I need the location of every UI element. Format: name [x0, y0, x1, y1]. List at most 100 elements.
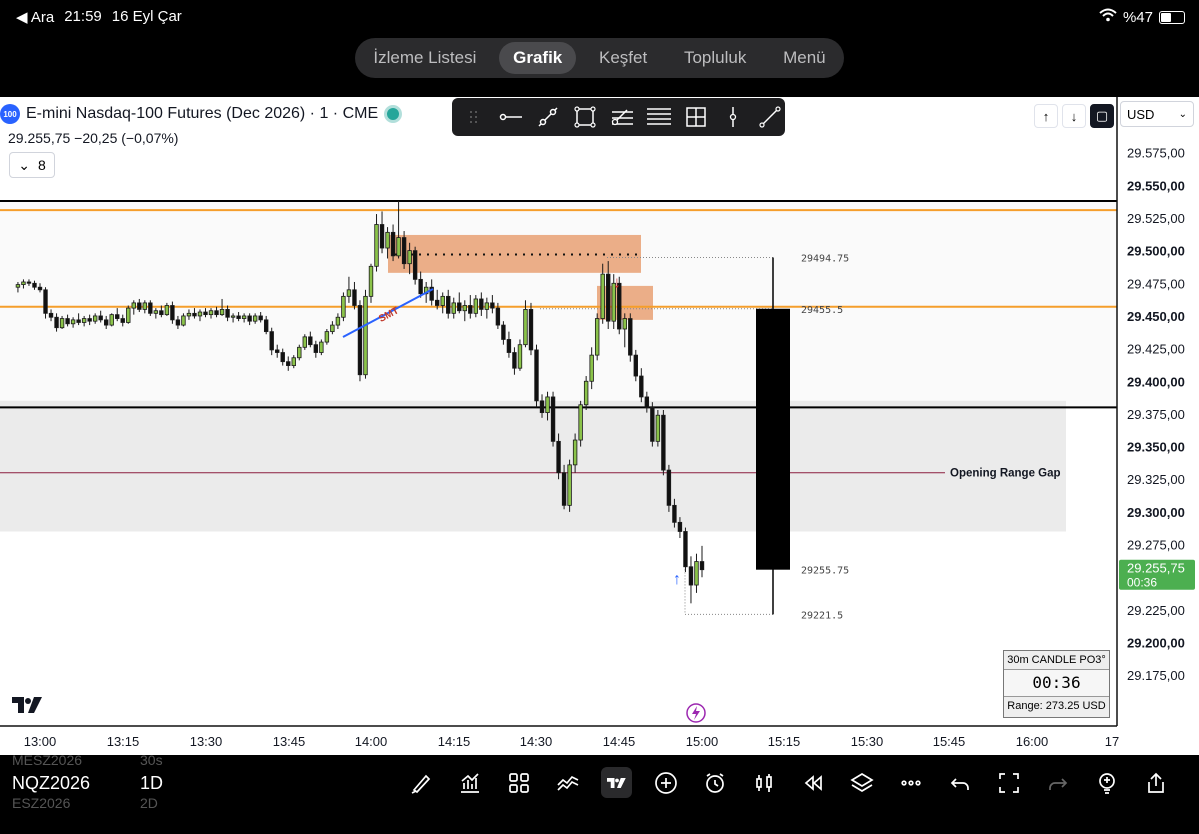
price-tick-label: 29.550,00	[1127, 178, 1185, 193]
tab-menu[interactable]: Menü	[769, 42, 840, 74]
ticker-picker[interactable]: NQZ2026	[12, 773, 90, 794]
symbol-title[interactable]: E-mini Nasdaq-100 Futures (Dec 2026) · 1…	[26, 105, 378, 123]
time-tick-label: 14:30	[520, 734, 553, 749]
ticker-option-below[interactable]: ESZ2026	[12, 795, 70, 811]
candle-bull	[324, 331, 330, 343]
rectangle-icon[interactable]	[569, 101, 600, 133]
candle-bear	[539, 400, 545, 414]
tv-logo-icon[interactable]	[601, 767, 632, 798]
price-tick-label: 29.300,00	[1127, 505, 1185, 520]
more-icon[interactable]	[895, 767, 926, 798]
tab-explore[interactable]: Keşfet	[585, 42, 661, 74]
add-icon[interactable]	[650, 767, 681, 798]
candle-bull	[92, 315, 98, 322]
candle-bear	[506, 339, 512, 353]
candle-bull	[219, 309, 225, 316]
line-icon[interactable]	[754, 101, 785, 133]
candle-bear	[672, 504, 677, 523]
timeframe-option-below[interactable]: 2D	[140, 795, 158, 811]
time-tick-label: 13:15	[107, 734, 140, 749]
currency-value: USD	[1127, 106, 1155, 122]
candle-bear	[308, 336, 313, 346]
back-to-app-link[interactable]: ◀ Ara	[16, 8, 54, 26]
lightbulb-icon[interactable]	[1091, 767, 1122, 798]
layers-icon[interactable]	[846, 767, 877, 798]
candle-bull	[484, 302, 490, 310]
wifi-icon	[1099, 8, 1117, 26]
candle-bear	[495, 307, 501, 326]
last-price-timer: 00:36	[1127, 576, 1157, 590]
alert-icon[interactable]	[699, 767, 730, 798]
candle-bull	[15, 284, 21, 288]
timeframe-option-above[interactable]: 30s	[140, 752, 163, 768]
time-tick-label: 17	[1105, 734, 1119, 749]
candle-bull	[142, 302, 148, 310]
candle-bear	[468, 305, 473, 314]
redo-icon[interactable]	[1042, 767, 1073, 798]
tab-watchlist[interactable]: İzleme Listesi	[359, 42, 490, 74]
candle-bull	[363, 295, 368, 376]
candle-bear	[661, 414, 666, 471]
candle-bear	[269, 331, 274, 351]
price-tick-label: 29.575,00	[1127, 146, 1185, 161]
candle-bear	[677, 521, 683, 532]
candle-bear	[43, 289, 48, 314]
arrow-down-icon[interactable]: ↓	[1062, 104, 1086, 128]
ticker-option-above[interactable]: MESZ2026	[12, 752, 82, 768]
candle-po3-widget: 30m CANDLE PO3° 00:36 Range: 273.25 USD	[1003, 650, 1110, 718]
candle-bull	[622, 318, 627, 330]
undo-icon[interactable]	[944, 767, 975, 798]
horizontal-ray-icon[interactable]	[495, 101, 526, 133]
timeframe-picker[interactable]: 1D	[140, 773, 163, 794]
candle-bull	[583, 380, 589, 406]
candle-bull	[186, 312, 192, 317]
indicators-collapse-button[interactable]: ⌄ 8	[9, 152, 55, 178]
candle-bull	[567, 464, 572, 506]
currency-select[interactable]: USD ⌄	[1120, 101, 1194, 127]
candle-bull	[59, 318, 65, 329]
candle-bear	[115, 314, 120, 319]
tab-community[interactable]: Topluluk	[670, 42, 760, 74]
price-tick-label: 29.175,00	[1127, 668, 1185, 683]
share-icon[interactable]	[1140, 767, 1171, 798]
brush-icon[interactable]	[405, 767, 436, 798]
fib-icon[interactable]	[606, 101, 637, 133]
candle-bull	[368, 265, 374, 297]
opening-range-gap-label: Opening Range Gap	[950, 468, 1061, 480]
candle-bull	[330, 324, 335, 333]
time-tick-label: 14:15	[438, 734, 471, 749]
fullscreen-toggle-icon[interactable]: ▢	[1090, 104, 1114, 128]
candles-icon[interactable]	[748, 767, 779, 798]
templates-icon[interactable]	[503, 767, 534, 798]
drag-handle-icon[interactable]	[458, 101, 489, 133]
battery-icon	[1159, 10, 1185, 24]
fullscreen-icon[interactable]	[993, 767, 1024, 798]
vertical-line-icon[interactable]	[717, 101, 748, 133]
measure-icon[interactable]	[680, 101, 711, 133]
trend-line-icon[interactable]	[532, 101, 563, 133]
candle-bear	[606, 273, 611, 322]
candle-bull	[291, 357, 296, 366]
indicators-icon[interactable]	[454, 767, 485, 798]
price-tick-label: 29.225,00	[1127, 603, 1185, 618]
price-tick-label: 29.200,00	[1127, 636, 1185, 651]
compare-icon[interactable]	[552, 767, 583, 798]
parallel-channel-icon[interactable]	[643, 101, 674, 133]
chevron-down-icon: ⌄	[18, 156, 30, 173]
candle-bear	[639, 375, 644, 398]
chevron-down-icon: ⌄	[1178, 108, 1187, 120]
market-status-icon[interactable]	[384, 105, 403, 123]
last-price-label: 29.255,75	[1127, 561, 1185, 576]
arrow-up-icon[interactable]: ↑	[1034, 104, 1058, 128]
candle-bull	[407, 250, 412, 265]
candle-bear	[490, 302, 495, 309]
symbol-header[interactable]: 100 E-mini Nasdaq-100 Futures (Dec 2026)…	[0, 104, 403, 124]
candle-bear	[457, 302, 462, 312]
candle-bull	[230, 315, 236, 318]
candle-bull	[131, 302, 136, 309]
tab-chart[interactable]: Grafik	[499, 42, 577, 74]
price-tick-label: 29.275,00	[1127, 538, 1185, 553]
replay-icon[interactable]	[797, 767, 828, 798]
bottom-toolbar: MESZ2026 NQZ2026 ESZ2026 30s 1D 2D	[0, 752, 1199, 834]
time-tick-label: 15:45	[933, 734, 966, 749]
